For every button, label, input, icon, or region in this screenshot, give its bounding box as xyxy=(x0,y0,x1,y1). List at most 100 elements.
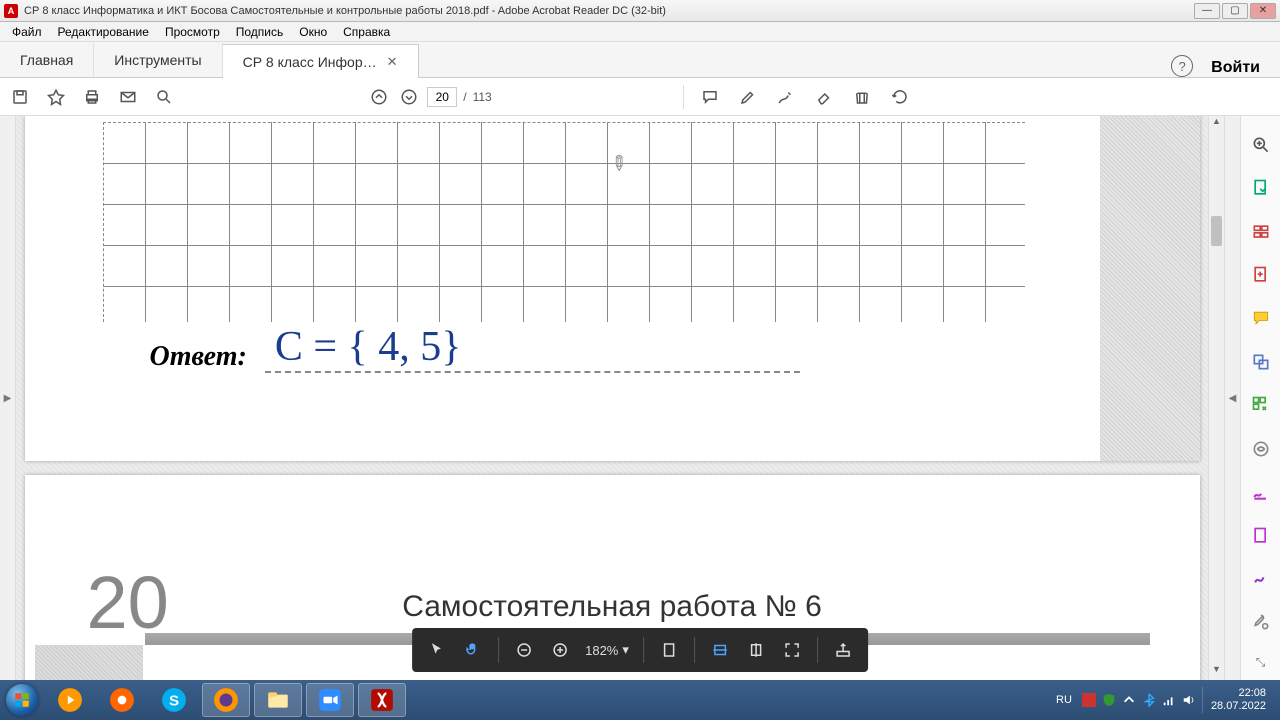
menu-window[interactable]: Окно xyxy=(291,23,335,41)
select-tool-icon[interactable] xyxy=(426,639,448,661)
system-tray: RU 22:08 28.07.2022 xyxy=(1052,687,1280,713)
section-title: Самостоятельная работа № 6 xyxy=(25,590,1200,624)
document-viewport[interactable]: ✎ Ответ: C = { 4, 5} 20 Самостоятельная … xyxy=(16,116,1208,680)
fullscreen-icon[interactable] xyxy=(781,639,803,661)
fit-page-icon[interactable] xyxy=(658,639,680,661)
task-zoom[interactable] xyxy=(306,683,354,717)
task-mediaplayer[interactable] xyxy=(46,683,94,717)
answer-grid xyxy=(103,122,1025,322)
app-icon: A xyxy=(4,4,18,18)
right-panel-toggle[interactable]: ◀ xyxy=(1224,116,1240,680)
tab-home[interactable]: Главная xyxy=(0,43,94,77)
comment-tool-icon[interactable] xyxy=(1250,308,1272,329)
search-icon[interactable] xyxy=(152,85,176,109)
edit-pdf-icon[interactable] xyxy=(1250,221,1272,242)
redact-icon[interactable] xyxy=(1250,438,1272,459)
scroll-thumb[interactable] xyxy=(1211,216,1222,246)
login-button[interactable]: Войти xyxy=(1211,59,1260,77)
page-corner-block xyxy=(35,645,143,680)
zoom-level[interactable]: 182% ▾ xyxy=(585,642,629,658)
task-acrobat[interactable] xyxy=(358,683,406,717)
save-icon[interactable] xyxy=(8,85,32,109)
fit-height-icon[interactable] xyxy=(745,639,767,661)
tray-volume-icon[interactable] xyxy=(1182,693,1196,707)
star-icon[interactable] xyxy=(44,85,68,109)
answer-label: Ответ: xyxy=(150,341,247,373)
vertical-scrollbar[interactable]: ▲ ▼ xyxy=(1208,116,1224,680)
tray-shield-icon[interactable] xyxy=(1102,693,1116,707)
tray-flag-icon[interactable] xyxy=(1082,693,1096,707)
tray-bluetooth-icon[interactable] xyxy=(1142,693,1156,707)
zoom-out-icon[interactable] xyxy=(513,639,535,661)
erase-icon[interactable] xyxy=(812,85,836,109)
tab-home-label: Главная xyxy=(20,52,73,68)
menu-file[interactable]: Файл xyxy=(4,23,50,41)
close-button[interactable]: ✕ xyxy=(1250,3,1276,19)
tab-document[interactable]: СР 8 класс Инфор… ✕ xyxy=(223,44,419,78)
scroll-up-arrow[interactable]: ▲ xyxy=(1209,116,1224,132)
comment-icon[interactable] xyxy=(698,85,722,109)
answer-row: Ответ: C = { 4, 5} xyxy=(150,341,800,373)
organize-icon[interactable] xyxy=(1250,395,1272,416)
highlight-icon[interactable] xyxy=(736,85,760,109)
sign-tool-icon[interactable] xyxy=(1250,481,1272,502)
clock-time: 22:08 xyxy=(1211,687,1266,700)
read-mode-icon[interactable] xyxy=(832,639,854,661)
task-explorer[interactable] xyxy=(254,683,302,717)
menu-view[interactable]: Просмотр xyxy=(157,23,228,41)
scroll-down-arrow[interactable]: ▼ xyxy=(1209,664,1224,680)
create-pdf-icon[interactable] xyxy=(1250,264,1272,285)
tray-network-icon[interactable] xyxy=(1162,693,1176,707)
page-down-icon[interactable] xyxy=(397,85,421,109)
tab-document-label: СР 8 класс Инфор… xyxy=(243,54,377,70)
window-title: СР 8 класс Информатика и ИКТ Босова Само… xyxy=(24,5,1194,17)
export-pdf-icon[interactable] xyxy=(1250,177,1272,198)
task-vlc[interactable] xyxy=(98,683,146,717)
menu-edit[interactable]: Редактирование xyxy=(50,23,157,41)
menu-sign[interactable]: Подпись xyxy=(228,23,292,41)
left-panel-toggle[interactable]: ▶ xyxy=(0,116,16,680)
help-icon[interactable]: ? xyxy=(1171,55,1193,77)
menu-bar: Файл Редактирование Просмотр Подпись Окн… xyxy=(0,22,1280,42)
print-icon[interactable] xyxy=(80,85,104,109)
page-navigation: / 113 xyxy=(367,85,491,109)
menu-help[interactable]: Справка xyxy=(335,23,398,41)
start-button[interactable] xyxy=(0,680,44,720)
clock[interactable]: 22:08 28.07.2022 xyxy=(1202,687,1272,713)
tab-close-icon[interactable]: ✕ xyxy=(387,54,398,70)
fit-width-icon[interactable] xyxy=(709,639,731,661)
minimize-button[interactable]: — xyxy=(1194,3,1220,19)
hand-tool-icon[interactable] xyxy=(462,639,484,661)
zoom-value: 182% xyxy=(585,643,618,658)
floating-page-controls: 182% ▾ xyxy=(412,628,868,672)
maximize-button[interactable]: ▢ xyxy=(1222,3,1248,19)
zoom-tool-icon[interactable] xyxy=(1250,134,1272,155)
delete-icon[interactable] xyxy=(850,85,874,109)
tab-tools-label: Инструменты xyxy=(114,52,201,68)
clock-date: 28.07.2022 xyxy=(1211,700,1266,713)
handwritten-answer: C = { 4, 5} xyxy=(275,323,462,371)
page-number-input[interactable] xyxy=(427,87,457,107)
task-firefox[interactable] xyxy=(202,683,250,717)
pdf-page-current: ✎ Ответ: C = { 4, 5} xyxy=(25,116,1200,461)
language-indicator[interactable]: RU xyxy=(1052,692,1076,708)
combine-icon[interactable] xyxy=(1250,351,1272,372)
more-tools-icon[interactable] xyxy=(1250,612,1272,633)
answer-line: C = { 4, 5} xyxy=(265,341,800,373)
fill-sign-icon[interactable] xyxy=(1250,568,1272,589)
tray-up-icon[interactable] xyxy=(1122,693,1136,707)
rotate-icon[interactable] xyxy=(888,85,912,109)
right-tools-panel: ⤡ xyxy=(1240,116,1280,680)
zoom-in-icon[interactable] xyxy=(549,639,571,661)
tab-tools[interactable]: Инструменты xyxy=(94,43,222,77)
svg-text:S: S xyxy=(169,692,179,709)
expand-tools-icon[interactable]: ⤡ xyxy=(1256,655,1266,670)
task-skype[interactable]: S xyxy=(150,683,198,717)
protect-icon[interactable] xyxy=(1250,525,1272,546)
mail-icon[interactable] xyxy=(116,85,140,109)
page-margin-texture xyxy=(1100,116,1200,461)
page-up-icon[interactable] xyxy=(367,85,391,109)
window-titlebar: A СР 8 класс Информатика и ИКТ Босова Са… xyxy=(0,0,1280,22)
draw-icon[interactable] xyxy=(774,85,798,109)
zoom-dropdown-icon[interactable]: ▾ xyxy=(622,642,629,658)
